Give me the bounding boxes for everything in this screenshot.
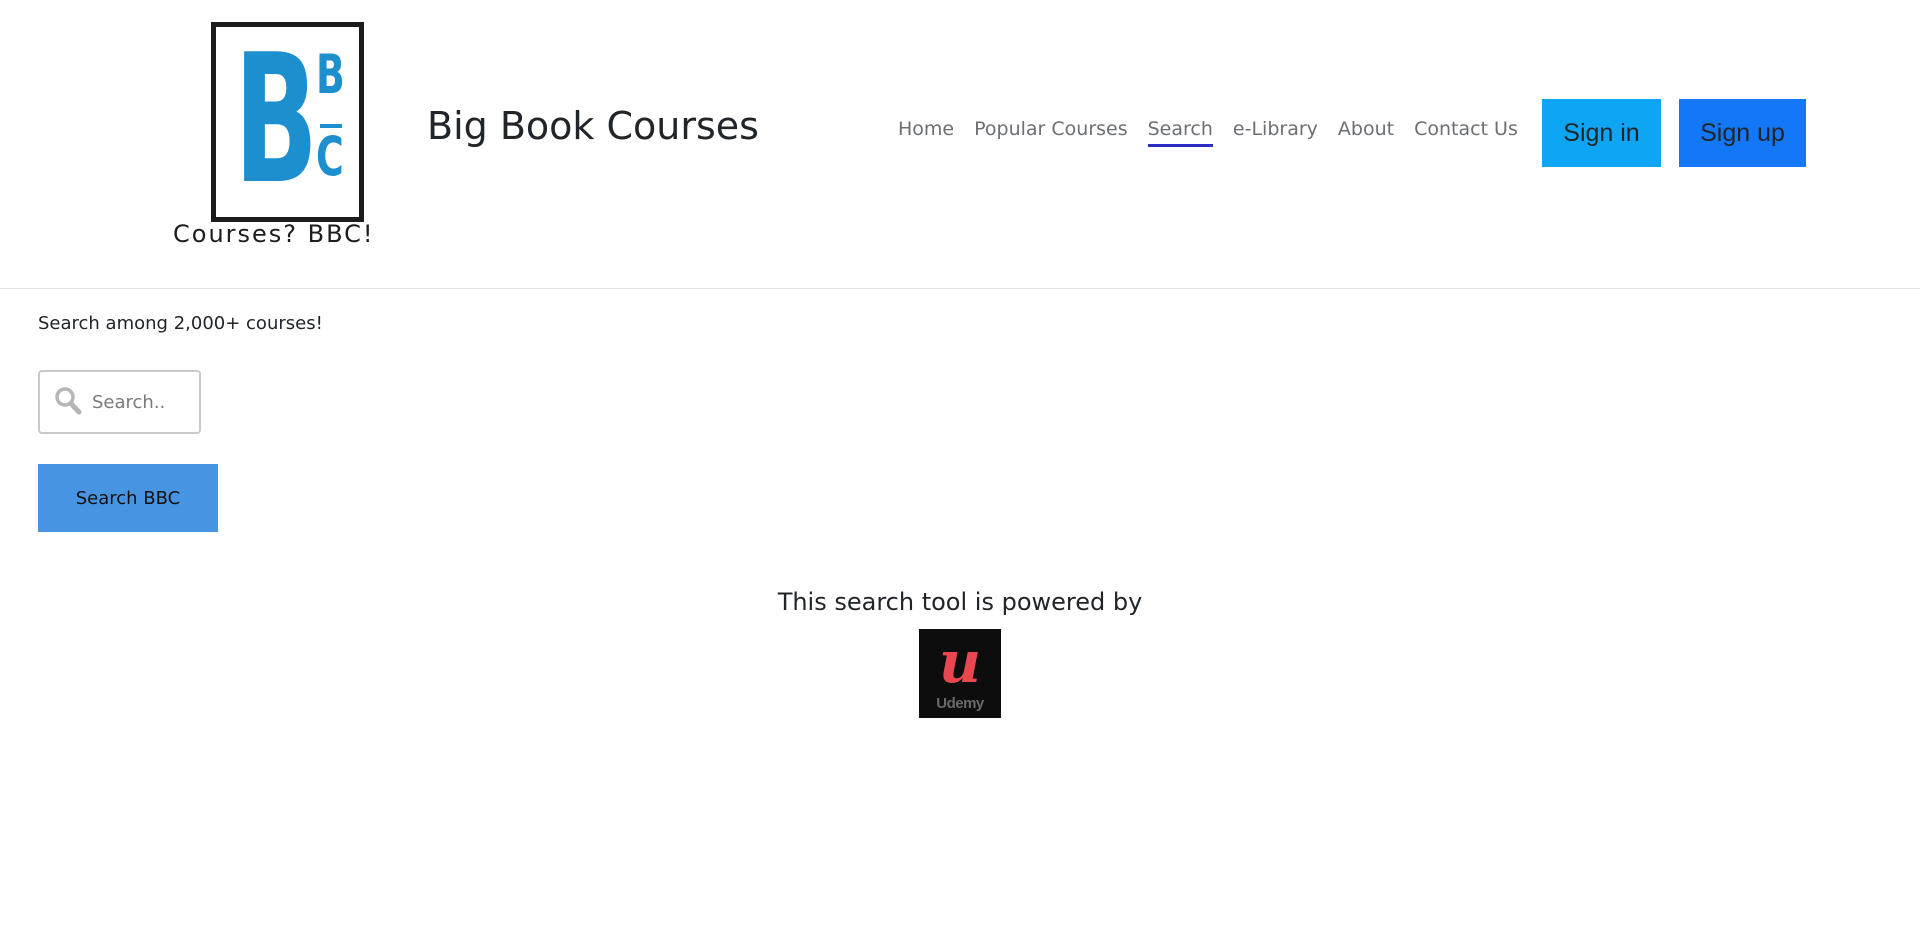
powered-by-text: This search tool is powered by	[777, 588, 1143, 616]
logo-small-c: C	[316, 125, 344, 188]
nav-popular-courses[interactable]: Popular Courses	[974, 118, 1128, 147]
brand-title[interactable]: Big Book Courses	[427, 104, 759, 148]
nav-search[interactable]: Search	[1147, 118, 1213, 147]
search-icon	[54, 386, 82, 416]
search-intro-text: Search among 2,000+ courses!	[38, 313, 323, 334]
logo-big-b: B	[234, 16, 318, 223]
nav-about[interactable]: About	[1338, 118, 1394, 147]
logo-tagline: Courses? BBC!	[173, 220, 375, 248]
main-nav: Home Popular Courses Search e-Library Ab…	[898, 118, 1518, 147]
search-box[interactable]	[38, 370, 201, 434]
sign-up-button[interactable]: Sign up	[1679, 99, 1806, 167]
search-bbc-button[interactable]: Search BBC	[38, 464, 218, 532]
udemy-logo[interactable]: u Udemy	[919, 629, 1001, 718]
logo-frame: B B C	[211, 22, 364, 222]
logo-small-b: B	[316, 43, 345, 106]
nav-home[interactable]: Home	[898, 118, 954, 147]
nav-e-library[interactable]: e-Library	[1233, 118, 1318, 147]
sign-in-button[interactable]: Sign in	[1542, 99, 1661, 167]
udemy-u-mark: u	[938, 628, 982, 696]
bbc-logo[interactable]: B B C Courses? BBC!	[170, 22, 410, 252]
site-header: B B C Courses? BBC! Big Book Courses Hom…	[0, 0, 1920, 289]
udemy-wordmark: Udemy	[936, 695, 984, 712]
nav-contact-us[interactable]: Contact Us	[1414, 118, 1518, 147]
search-input[interactable]	[90, 386, 195, 418]
